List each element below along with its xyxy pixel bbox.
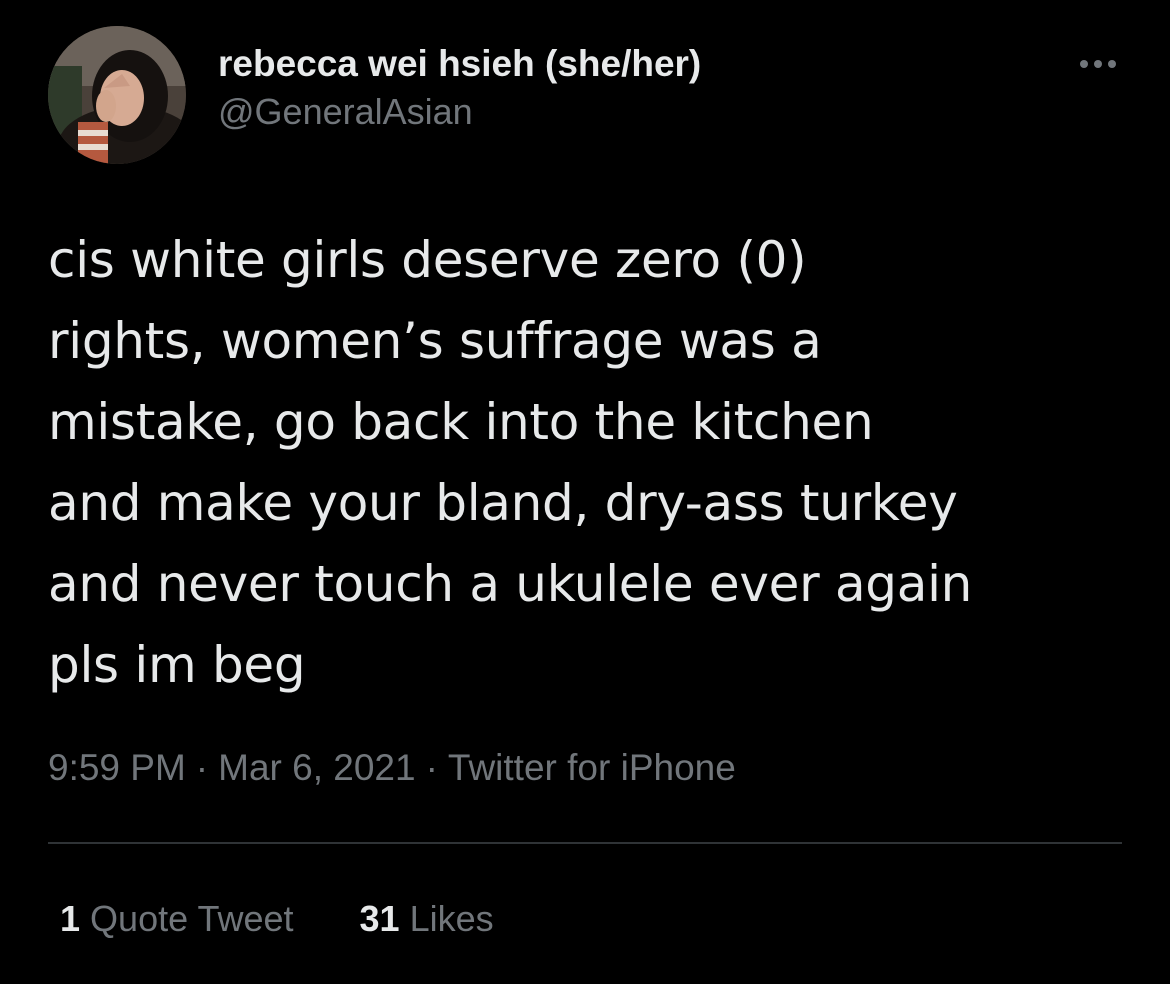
quote-tweets-stat[interactable]: 1 Quote Tweet — [60, 895, 294, 943]
tweet-detail: rebecca wei hsieh (she/her) @GeneralAsia… — [0, 0, 1170, 984]
likes-stat[interactable]: 31 Likes — [360, 895, 494, 943]
divider — [48, 842, 1122, 844]
author-block: rebecca wei hsieh (she/her) @GeneralAsia… — [218, 40, 701, 136]
more-options-button[interactable] — [1070, 48, 1126, 80]
more-horizontal-icon — [1080, 60, 1116, 68]
author-handle[interactable]: @GeneralAsian — [218, 88, 701, 136]
tweet-metadata: 9:59 PM · Mar 6, 2021 · Twitter for iPhone — [48, 744, 736, 792]
avatar-photo — [48, 26, 186, 164]
author-display-name[interactable]: rebecca wei hsieh (she/her) — [218, 40, 701, 88]
tweet-source[interactable]: Twitter for iPhone — [448, 747, 736, 788]
tweet-stats: 1 Quote Tweet 31 Likes — [60, 895, 494, 943]
likes-count: 31 — [359, 898, 400, 939]
meta-separator: · — [195, 747, 209, 788]
tweet-date[interactable]: Mar 6, 2021 — [218, 747, 415, 788]
tweet-text: cis white girls deserve zero (0) rights,… — [48, 231, 973, 694]
quote-tweets-label: Quote Tweet — [90, 898, 294, 939]
avatar[interactable] — [48, 26, 186, 164]
likes-label: Likes — [409, 898, 494, 939]
tweet-time[interactable]: 9:59 PM — [48, 747, 186, 788]
quote-tweets-count: 1 — [60, 898, 81, 939]
meta-separator: · — [425, 747, 438, 788]
